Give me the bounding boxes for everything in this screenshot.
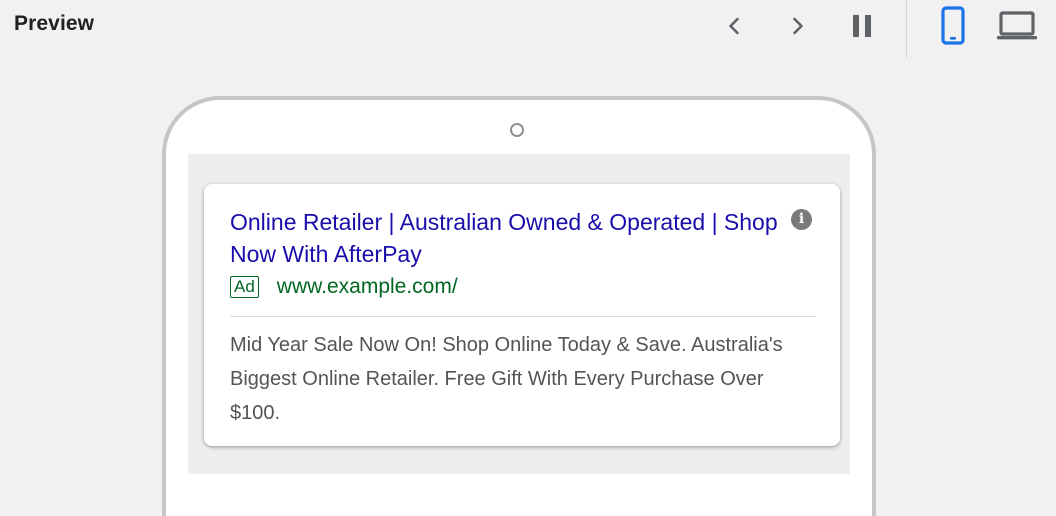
camera-icon xyxy=(510,123,524,137)
ad-headline-link[interactable]: Online Retailer | Australian Owned & Ope… xyxy=(230,206,790,270)
ad-separator xyxy=(230,316,816,317)
ad-url-row: Ad www.example.com/ xyxy=(230,274,458,300)
ad-card: Online Retailer | Australian Owned & Ope… xyxy=(204,184,840,446)
chevron-right-icon xyxy=(793,17,803,35)
toolbar-divider xyxy=(906,0,907,58)
chevron-left-icon xyxy=(729,17,739,35)
desktop-view-button[interactable] xyxy=(994,8,1040,44)
mobile-view-button[interactable] xyxy=(934,6,972,46)
info-icon[interactable]: i xyxy=(791,209,812,230)
display-url[interactable]: www.example.com/ xyxy=(277,275,458,299)
smartphone-icon xyxy=(941,6,965,45)
page-title: Preview xyxy=(14,12,95,35)
next-button[interactable] xyxy=(782,10,814,42)
laptop-icon xyxy=(997,11,1037,40)
preview-toolbar: Preview xyxy=(0,0,1056,58)
pause-icon xyxy=(853,15,871,37)
pause-button[interactable] xyxy=(846,10,878,42)
ad-description: Mid Year Sale Now On! Shop Online Today … xyxy=(230,334,783,424)
mobile-device-frame: Online Retailer | Australian Owned & Ope… xyxy=(162,96,876,516)
ad-badge: Ad xyxy=(230,276,259,298)
previous-button[interactable] xyxy=(718,10,750,42)
